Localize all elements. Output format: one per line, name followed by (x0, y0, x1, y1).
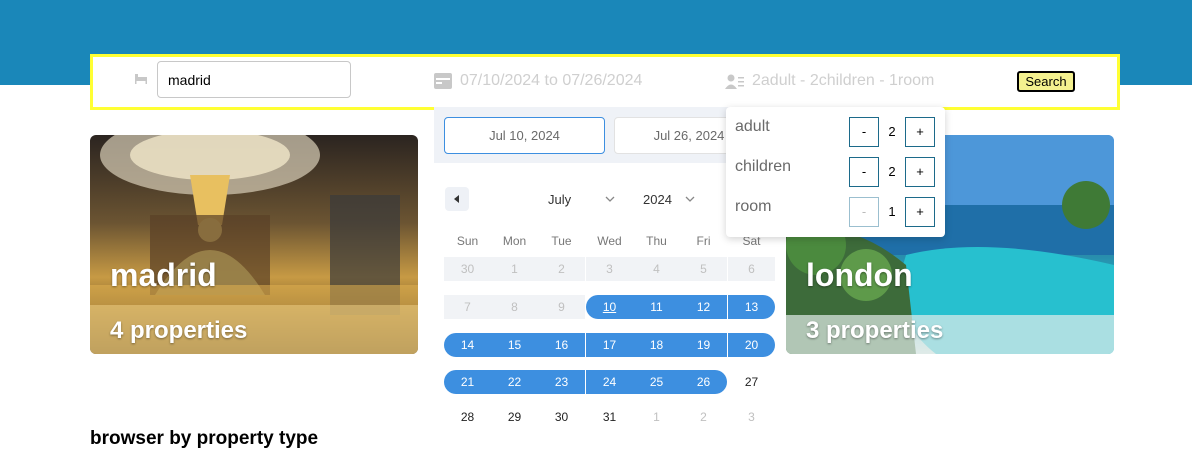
calendar-day[interactable]: 18 (633, 333, 680, 357)
prev-month-button[interactable] (445, 187, 469, 211)
bed-icon (135, 74, 147, 84)
weekday-label: Wed (597, 234, 622, 248)
date-range-display[interactable]: 07/10/2024 to 07/26/2024 (460, 72, 642, 90)
calendar-day[interactable]: 1 (633, 405, 680, 429)
room-increment-button[interactable]: + (905, 197, 935, 227)
calendar-day[interactable]: 25 (633, 370, 680, 394)
calendar-day[interactable]: 28 (444, 405, 491, 429)
calendar-day[interactable]: 3 (586, 257, 633, 281)
calendar-day[interactable]: 29 (491, 405, 538, 429)
calendar-day[interactable]: 7 (444, 295, 491, 319)
weekday-label: Sun (456, 234, 479, 248)
calendar-day[interactable]: 1 (491, 257, 538, 281)
search-button[interactable]: Search (1017, 71, 1075, 92)
year-select[interactable]: 2024 (643, 192, 672, 207)
calendar-day[interactable]: 14 (444, 333, 491, 357)
calendar-day[interactable]: 8 (491, 295, 538, 319)
chevron-down-icon (605, 196, 615, 202)
calendar-day[interactable]: 23 (538, 370, 585, 394)
room-decrement-button[interactable]: - (849, 197, 879, 227)
adult-label: adult (735, 118, 770, 135)
calendar-day[interactable]: 19 (680, 333, 727, 357)
weekday-label: Tue (551, 234, 572, 248)
section-title: browser by property type (90, 428, 319, 449)
calendar-day[interactable]: 6 (728, 257, 775, 281)
start-date-field[interactable]: Jul 10, 2024 (444, 117, 605, 154)
property-count: 3 properties (806, 317, 944, 344)
calendar-day[interactable]: 3 (728, 405, 775, 429)
calendar-day[interactable]: 5 (680, 257, 727, 281)
city-card-madrid[interactable]: madrid 4 properties (90, 135, 418, 354)
weekday-label: Mon (502, 234, 527, 248)
calendar-day[interactable]: 24 (586, 370, 633, 394)
calendar-day[interactable]: 2 (538, 257, 585, 281)
calendar-day[interactable]: 26 (680, 370, 727, 394)
calendar-day[interactable]: 15 (491, 333, 538, 357)
calendar-icon (434, 73, 452, 89)
calendar-day[interactable]: 21 (444, 370, 491, 394)
children-increment-button[interactable]: + (905, 157, 935, 187)
calendar-day[interactable]: 22 (491, 370, 538, 394)
calendar-day[interactable]: 9 (538, 295, 585, 319)
adult-decrement-button[interactable]: - (849, 117, 879, 147)
calendar-day[interactable]: 2 (680, 405, 727, 429)
city-name: madrid (110, 257, 217, 293)
adult-increment-button[interactable]: + (905, 117, 935, 147)
calendar-day[interactable]: 16 (538, 333, 585, 357)
adult-count: 2 (888, 124, 896, 139)
weekday-label: Thu (646, 234, 667, 248)
guests-panel: adult - 2 + children - 2 + room - 1 + (726, 107, 945, 237)
room-label: room (735, 198, 772, 215)
chevron-down-icon (685, 196, 695, 202)
person-icon (725, 74, 744, 89)
calendar-day[interactable]: 4 (633, 257, 680, 281)
calendar-day[interactable]: 11 (633, 295, 680, 319)
property-count: 4 properties (110, 317, 248, 344)
children-decrement-button[interactable]: - (849, 157, 879, 187)
calendar-day[interactable]: 20 (728, 333, 775, 357)
calendar-day[interactable]: 13 (728, 295, 775, 319)
calendar-day[interactable]: 30 (444, 257, 491, 281)
month-select[interactable]: July (548, 192, 571, 207)
children-count: 2 (888, 164, 896, 179)
room-count: 1 (888, 204, 896, 219)
weekday-label: Fri (696, 234, 711, 248)
guests-summary[interactable]: 2adult - 2children - 1room (752, 72, 934, 90)
calendar-day[interactable]: 12 (680, 295, 727, 319)
children-label: children (735, 158, 792, 175)
destination-input[interactable] (157, 61, 351, 98)
chevron-left-icon (454, 195, 459, 203)
city-name: london (806, 257, 913, 293)
calendar-day[interactable]: 31 (586, 405, 633, 429)
calendar-day[interactable]: 27 (728, 370, 775, 394)
calendar-day[interactable]: 17 (586, 333, 633, 357)
calendar-day[interactable]: 10 (586, 295, 633, 319)
calendar-day[interactable]: 30 (538, 405, 585, 429)
